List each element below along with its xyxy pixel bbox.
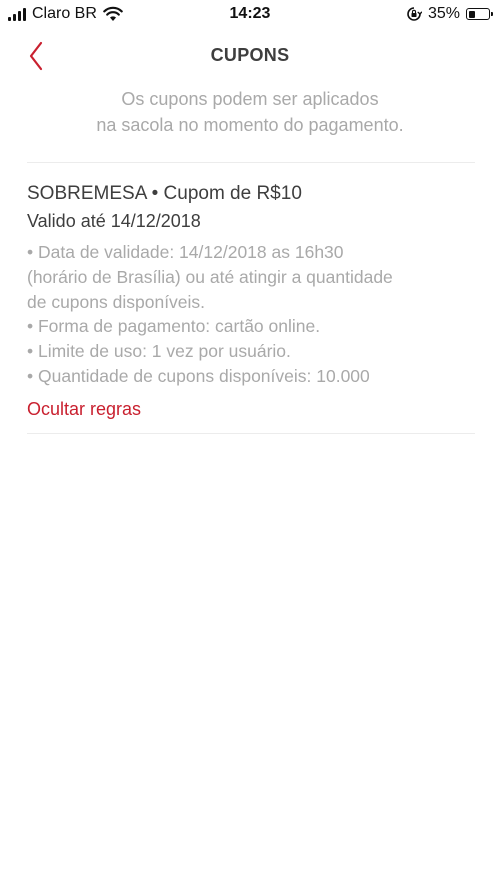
battery-tip	[491, 12, 493, 16]
coupon-rules: • Data de validade: 14/12/2018 as 16h30 …	[27, 240, 477, 389]
divider-bottom	[27, 433, 475, 434]
battery-icon	[466, 8, 493, 20]
rule-line: de cupons disponíveis.	[27, 291, 206, 312]
coupon-validity: Valido até 14/12/2018	[27, 211, 201, 231]
screen: Claro BR 14:23 35% CUPONS Os cupons pode…	[0, 0, 500, 889]
status-bar: Claro BR 14:23 35%	[0, 0, 500, 30]
coupon-title: SOBREMESA • Cupom de R$10	[27, 183, 302, 204]
rule-line: • Quantidade de cupons disponíveis: 10.0…	[27, 365, 370, 386]
hide-rules-link[interactable]: Ocultar regras	[27, 396, 141, 422]
nav-header: CUPONS	[0, 30, 500, 82]
info-text-line-2: na sacola no momento do pagamento.	[96, 115, 404, 135]
rule-line: • Data de validade: 14/12/2018 as 16h30	[27, 242, 344, 262]
rule-line: (horário de Brasília) ou até atingir a q…	[27, 266, 393, 287]
orientation-lock-icon	[407, 7, 422, 21]
battery-percent: 35%	[427, 5, 460, 22]
info-text-line-1: Os cupons podem ser aplicados	[121, 89, 379, 109]
status-right: 35%	[406, 5, 493, 23]
battery-fill	[468, 10, 475, 18]
rule-line: • Limite de uso: 1 vez por usuário.	[27, 341, 291, 362]
rule-line: • Forma de pagamento: cartão online.	[27, 316, 321, 337]
info-text: Os cupons podem ser aplicados na sacola …	[40, 86, 460, 138]
coupon-card: SOBREMESA • Cupom de R$10 Valido até 14/…	[27, 180, 477, 422]
divider-top	[27, 162, 475, 163]
page-title: CUPONS	[210, 45, 290, 65]
